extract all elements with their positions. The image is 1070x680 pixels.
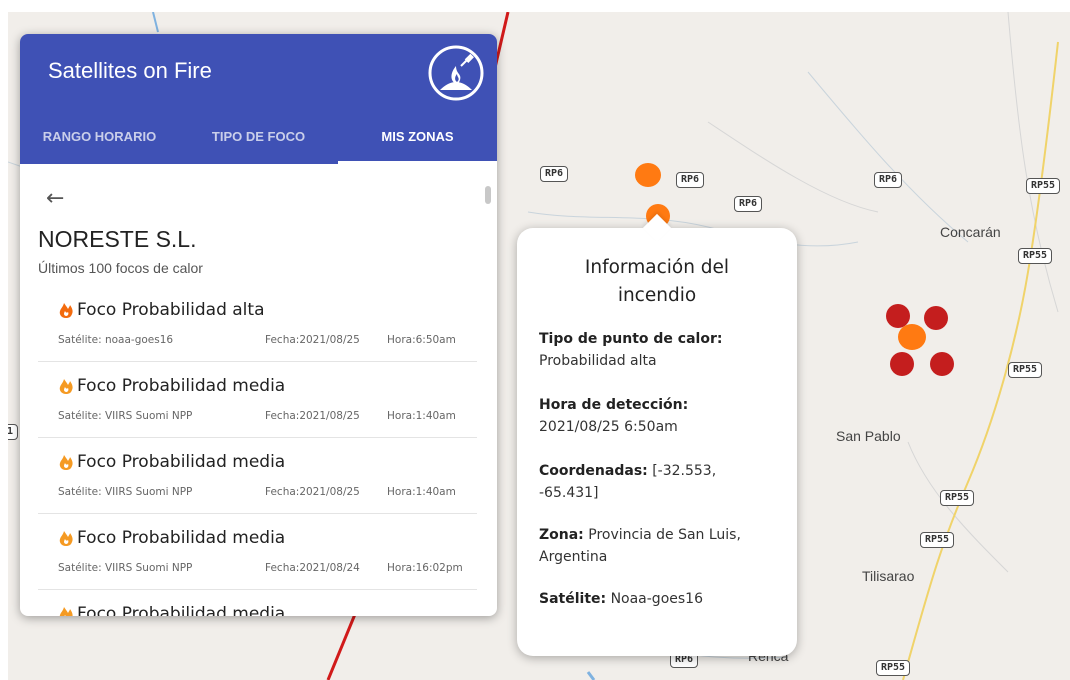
focus-title-row: Foco Probabilidad media [58,604,285,616]
info-tipo-punto-calor: Tipo de punto de calor: Probabilidad alt… [539,328,779,372]
focus-hour: Hora:1:40am [387,486,456,498]
focus-title-row: Foco Probabilidad alta [58,300,265,320]
focus-meta: Satélite: VIIRS Suomi NPP Fecha:2021/08/… [58,486,477,498]
focus-list-item[interactable]: Foco Probabilidad media Satélite: VIIRS … [38,514,477,590]
fire-point-high[interactable] [890,352,914,376]
info-label: Satélite: [539,591,607,607]
road-shield-rp6: RP6 [874,172,903,188]
info-value: Probabilidad alta [539,353,657,369]
fire-point-medium[interactable] [898,324,926,350]
road-shield-rp55: RP55 [1026,178,1061,194]
focus-list-item[interactable]: Foco Probabilidad media Satélite: VIIRS … [38,362,477,438]
info-label: Tipo de punto de calor: [539,331,723,347]
satellite-fire-logo-icon [428,45,484,101]
town-label-tilisarao: Tilisarao [862,568,915,584]
focus-meta: Satélite: noaa-goes16 Fecha:2021/08/25 H… [58,334,477,346]
panel-header: Satellites on Fire RANGO HORARIO TIPO DE… [20,34,497,164]
zone-subtitle: Últimos 100 focos de calor [38,260,203,276]
focus-title: Foco Probabilidad alta [77,300,265,320]
info-label: Zona: [539,527,584,543]
focus-title: Foco Probabilidad media [77,376,286,396]
focus-date: Fecha:2021/08/25 [265,334,360,346]
info-value: Noaa-goes16 [610,591,703,607]
info-label: Hora de detección: [539,397,689,413]
popup-title: Información del incendio [584,257,730,306]
road-shield-rp6: RP6 [540,166,569,182]
road-shield-rp6: RP6 [676,172,705,188]
focus-hour: Hora:6:50am [387,334,456,346]
fire-point-medium[interactable] [635,163,661,187]
focus-hour: Hora:1:40am [387,410,456,422]
app-title: Satellites on Fire [48,58,212,83]
focus-list-item[interactable]: Foco Probabilidad alta Satélite: noaa-go… [38,286,477,362]
road-shield-rp6: RP6 [734,196,763,212]
road-shield-rp55: RP55 [1018,248,1053,264]
flame-icon [59,607,73,616]
focus-title: Foco Probabilidad media [77,452,286,472]
focus-satellite: Satélite: VIIRS Suomi NPP [58,562,193,574]
tab-tipo-de-foco[interactable]: TIPO DE FOCO [179,110,338,164]
info-zona: Zona: Provincia de San Luis, Argentina [539,524,779,568]
road-shield-rp55: RP55 [920,532,955,548]
town-label-concaran: Concarán [940,224,1001,240]
focus-title-row: Foco Probabilidad media [58,452,285,472]
focus-hour: Hora:16:02pm [387,562,463,574]
fire-point-high[interactable] [924,306,948,330]
info-value: 2021/08/25 6:50am [539,419,678,435]
focus-date: Fecha:2021/08/25 [265,410,360,422]
fire-point-high[interactable] [930,352,954,376]
panel-body: ← NORESTE S.L. Últimos 100 focos de calo… [20,164,497,616]
tab-rango-horario[interactable]: RANGO HORARIO [20,110,179,164]
flame-icon [59,531,73,546]
focus-date: Fecha:2021/08/24 [265,562,360,574]
focus-meta: Satélite: VIIRS Suomi NPP Fecha:2021/08/… [58,410,477,422]
flame-icon [59,379,73,394]
fire-info-popup: Información del incendio Tipo de punto d… [517,213,797,656]
zone-name: NORESTE S.L. [38,226,197,252]
focus-list-item[interactable]: Foco Probabilidad media Satélite: VIIRS … [38,438,477,514]
info-coordenadas: Coordenadas: [-32.553, -65.431] [539,460,779,504]
flame-icon [59,303,73,318]
focus-date: Fecha:2021/08/25 [265,486,360,498]
tab-mis-zonas[interactable]: MIS ZONAS [338,110,497,164]
back-arrow-icon[interactable]: ← [46,186,64,211]
focus-satellite: Satélite: noaa-goes16 [58,334,174,346]
road-shield: 1 [8,424,19,440]
focus-meta: Satélite: VIIRS Suomi NPP Fecha:2021/08/… [58,562,477,574]
focus-title-row: Foco Probabilidad media [58,376,285,396]
info-satelite: Satélite: Noaa-goes16 [539,588,779,610]
focus-list: Foco Probabilidad alta Satélite: noaa-go… [38,286,477,616]
focus-title-row: Foco Probabilidad media [58,528,285,548]
tab-bar: RANGO HORARIO TIPO DE FOCO MIS ZONAS [20,110,497,164]
info-label: Coordenadas: [539,463,648,479]
focus-satellite: Satélite: VIIRS Suomi NPP [58,486,193,498]
road-shield-rp55: RP55 [1008,362,1043,378]
road-shield-rp55: RP55 [940,490,975,506]
focus-list-item[interactable]: Foco Probabilidad media [38,590,477,616]
focus-title: Foco Probabilidad media [77,528,286,548]
flame-icon [59,455,73,470]
town-label-san-pablo: San Pablo [836,428,901,444]
focus-title: Foco Probabilidad media [77,604,286,616]
side-panel: Satellites on Fire RANGO HORARIO TIPO DE… [20,34,497,616]
focus-satellite: Satélite: VIIRS Suomi NPP [58,410,193,422]
scrollbar[interactable] [485,186,491,204]
info-hora-deteccion: Hora de detección: 2021/08/25 6:50am [539,394,779,438]
road-shield-rp55: RP55 [876,660,911,676]
